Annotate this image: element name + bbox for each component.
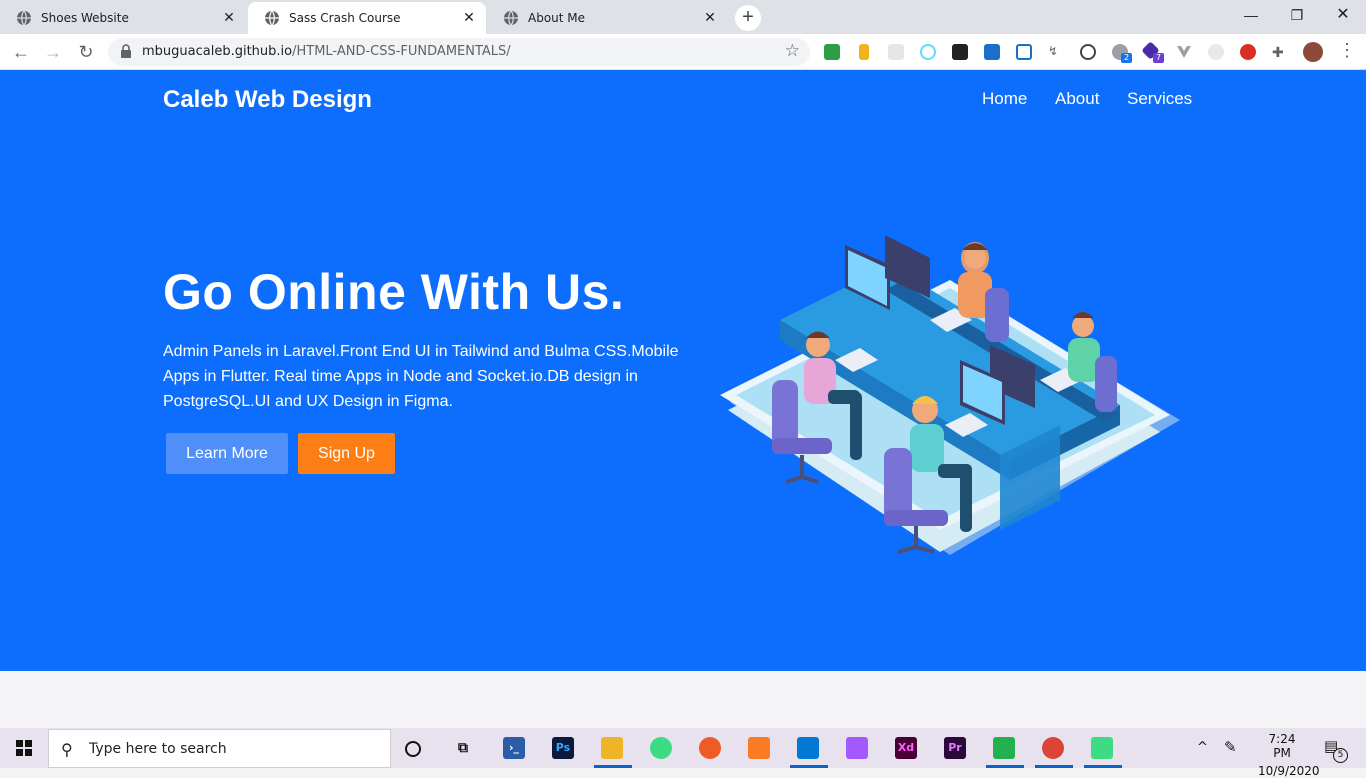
android-studio-icon[interactable]	[650, 737, 672, 759]
chevron-up-icon[interactable]: ^	[1197, 740, 1208, 755]
reload-icon[interactable]: ↻	[72, 38, 100, 66]
clock-time: 7:24 PM	[1268, 732, 1296, 760]
green-app-icon[interactable]	[993, 737, 1015, 759]
pen-extension-icon[interactable]	[859, 44, 869, 60]
url-host: mbuguacaleb.github.io	[142, 44, 293, 59]
vue-devtools-icon[interactable]	[1176, 44, 1192, 60]
bookmark-star-icon[interactable]: ☆	[785, 41, 800, 61]
grid-extension-icon[interactable]	[888, 44, 904, 60]
forward-arrow-icon[interactable]: →	[39, 38, 67, 66]
tab-about-me[interactable]: About Me ✕	[487, 2, 727, 34]
tab-shoes-website[interactable]: Shoes Website ✕	[0, 2, 246, 34]
cors-extension-icon[interactable]	[824, 44, 840, 60]
globe-icon	[504, 10, 518, 26]
vscode-icon[interactable]	[797, 737, 819, 759]
photoshop-icon[interactable]: Ps	[552, 737, 574, 759]
learn-more-button[interactable]: Learn More	[166, 433, 288, 474]
code-extension-icon[interactable]	[1080, 44, 1096, 60]
blue-extension-icon[interactable]	[984, 44, 1000, 60]
hero-description: Admin Panels in Laravel.Front End UI in …	[163, 343, 679, 410]
tab-title: About Me	[528, 11, 586, 25]
postman-icon[interactable]	[699, 737, 721, 759]
office-workers-illustration	[720, 235, 1180, 555]
lock-icon	[121, 44, 131, 58]
restore-button[interactable]: ❐	[1274, 0, 1320, 30]
tab-title: Sass Crash Course	[289, 11, 401, 25]
hero-section: Caleb Web Design Home About Services Go …	[0, 70, 1366, 671]
android-emulator-icon[interactable]	[1091, 737, 1113, 759]
new-tab-button[interactable]: +	[735, 5, 761, 31]
nav-about[interactable]: About	[1055, 89, 1099, 109]
close-icon[interactable]: ✕	[220, 9, 238, 27]
hero-headline: Go Online With Us.	[163, 264, 625, 320]
white-extension-icon[interactable]	[1208, 44, 1224, 60]
red-extension-icon[interactable]	[1240, 44, 1256, 60]
react-devtools-icon[interactable]	[920, 44, 936, 60]
globe-icon	[17, 10, 31, 26]
window-close-button[interactable]: ✕	[1320, 0, 1366, 30]
url-path: /HTML-AND-CSS-FUNDAMENTALS/	[292, 44, 511, 59]
adobe-xd-icon[interactable]: Xd	[895, 737, 917, 759]
clock[interactable]: 7:24 PM 10/9/2020	[1258, 732, 1320, 778]
screen-capture-icon[interactable]	[1016, 44, 1032, 60]
extension-badge: 2	[1121, 53, 1132, 63]
tab-sass-crash-course[interactable]: Sass Crash Course ✕	[248, 2, 486, 34]
nav-services[interactable]: Services	[1127, 89, 1192, 109]
notification-count: 5	[1333, 748, 1348, 763]
search-placeholder: Type here to search	[89, 741, 227, 757]
address-bar[interactable]: mbuguacaleb.github.io/HTML-AND-CSS-FUNDA…	[108, 38, 810, 66]
windows-taskbar: ⚲ Type here to search ⧉ ›_ Ps Xd Pr ^ ✎ …	[0, 728, 1366, 778]
link-extension-icon[interactable]: ↯	[1048, 44, 1064, 60]
close-icon[interactable]: ✕	[460, 9, 478, 27]
task-view-icon[interactable]: ⧉	[452, 737, 474, 759]
browser-toolbar: ← → ↻ mbuguacaleb.github.io/HTML-AND-CSS…	[0, 34, 1366, 70]
site-logo[interactable]: Caleb Web Design	[163, 86, 372, 114]
extensions-puzzle-icon[interactable]: ✚	[1272, 44, 1288, 60]
back-arrow-icon[interactable]: ←	[7, 38, 35, 66]
tab-title: Shoes Website	[41, 11, 129, 25]
close-icon[interactable]: ✕	[701, 9, 719, 27]
clock-date: 10/9/2020	[1258, 764, 1320, 778]
minimize-button[interactable]: —	[1228, 0, 1274, 30]
extension-badge: 7	[1153, 53, 1164, 63]
web-page: Caleb Web Design Home About Services Go …	[0, 70, 1366, 728]
chrome-icon[interactable]	[1042, 737, 1064, 759]
browser-tab-strip: Shoes Website ✕ Sass Crash Course ✕ Abou…	[0, 0, 1366, 34]
xampp-icon[interactable]	[748, 737, 770, 759]
nav-home[interactable]: Home	[982, 89, 1027, 109]
taskbar-search-input[interactable]: ⚲ Type here to search	[48, 729, 391, 768]
search-icon: ⚲	[61, 742, 73, 759]
file-explorer-icon[interactable]	[601, 737, 623, 759]
powershell-icon[interactable]: ›_	[503, 737, 525, 759]
pen-tray-icon[interactable]: ✎	[1224, 738, 1237, 756]
figma-icon[interactable]	[846, 737, 868, 759]
windows-start-icon[interactable]	[16, 740, 32, 756]
cortana-icon[interactable]	[405, 741, 421, 757]
profile-avatar[interactable]	[1303, 42, 1323, 62]
globe-icon	[265, 10, 279, 26]
terminal-extension-icon[interactable]	[952, 44, 968, 60]
url-text: mbuguacaleb.github.io/HTML-AND-CSS-FUNDA…	[142, 38, 511, 66]
premiere-pro-icon[interactable]: Pr	[944, 737, 966, 759]
menu-kebab-icon[interactable]: ⋮	[1338, 40, 1356, 61]
sign-up-button[interactable]: Sign Up	[298, 433, 395, 474]
